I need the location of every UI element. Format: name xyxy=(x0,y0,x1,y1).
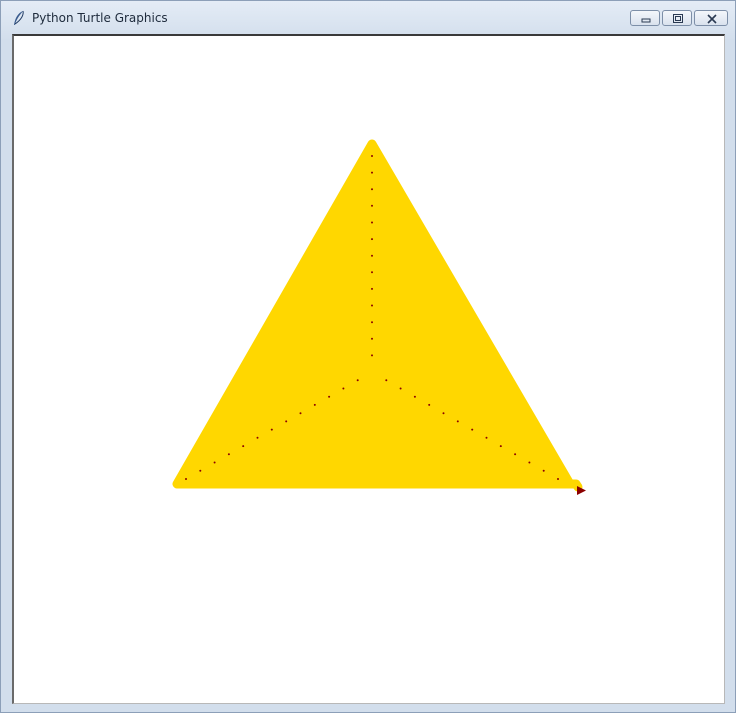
stamp-mark xyxy=(242,445,245,448)
stamp-mark xyxy=(499,445,502,448)
minimize-button[interactable] xyxy=(630,10,660,26)
window-title: Python Turtle Graphics xyxy=(32,11,168,25)
stamp-mark xyxy=(528,461,531,464)
stamp-mark xyxy=(385,379,388,382)
restore-button[interactable] xyxy=(662,10,692,26)
app-window: Python Turtle Graphics xyxy=(0,0,736,713)
stamp-mark xyxy=(413,395,416,398)
stamp-mark xyxy=(328,395,331,398)
stamp-mark xyxy=(485,436,488,439)
stamp-mark xyxy=(371,171,373,174)
stamp-mark xyxy=(371,287,373,290)
stamp-mark xyxy=(428,403,431,406)
stamp-mark xyxy=(371,204,373,207)
stamp-mark xyxy=(213,461,216,464)
stamp-mark xyxy=(371,321,373,324)
stamp-mark xyxy=(371,337,373,340)
close-button[interactable] xyxy=(694,10,728,26)
stamp-mark xyxy=(342,387,345,390)
stamp-mark xyxy=(542,469,545,472)
close-icon xyxy=(707,14,717,24)
turtle-canvas-frame xyxy=(12,34,725,704)
stamp-mark xyxy=(256,436,259,439)
stamp-mark xyxy=(371,221,373,224)
stamp-mark xyxy=(356,379,359,382)
stamp-mark xyxy=(227,453,230,456)
restore-icon xyxy=(673,14,683,23)
stamp-mark xyxy=(313,403,316,406)
stamp-mark xyxy=(371,271,373,274)
stamp-mark xyxy=(371,304,373,307)
stamp-mark xyxy=(557,478,559,480)
stamp-mark xyxy=(399,387,402,390)
pen-trail-end xyxy=(565,479,583,492)
feather-icon xyxy=(14,10,24,25)
stamp-mark xyxy=(371,155,373,157)
stamp-mark xyxy=(299,412,302,415)
stamp-mark xyxy=(371,188,373,191)
stamp-mark xyxy=(270,428,273,431)
stamp-mark xyxy=(185,478,187,480)
stamp-mark xyxy=(371,354,373,357)
stamp-mark xyxy=(199,469,202,472)
stamp-mark xyxy=(371,238,373,241)
filled-triangle xyxy=(172,139,575,489)
stamp-mark xyxy=(442,412,445,415)
title-bar[interactable]: Python Turtle Graphics xyxy=(1,1,735,33)
minimize-icon xyxy=(641,18,651,23)
stamp-mark xyxy=(471,428,474,431)
stamp-mark xyxy=(456,420,459,423)
stamp-mark xyxy=(371,254,373,257)
stamp-mark xyxy=(285,420,288,423)
turtle-canvas[interactable] xyxy=(14,36,724,703)
stamp-mark xyxy=(514,453,517,456)
